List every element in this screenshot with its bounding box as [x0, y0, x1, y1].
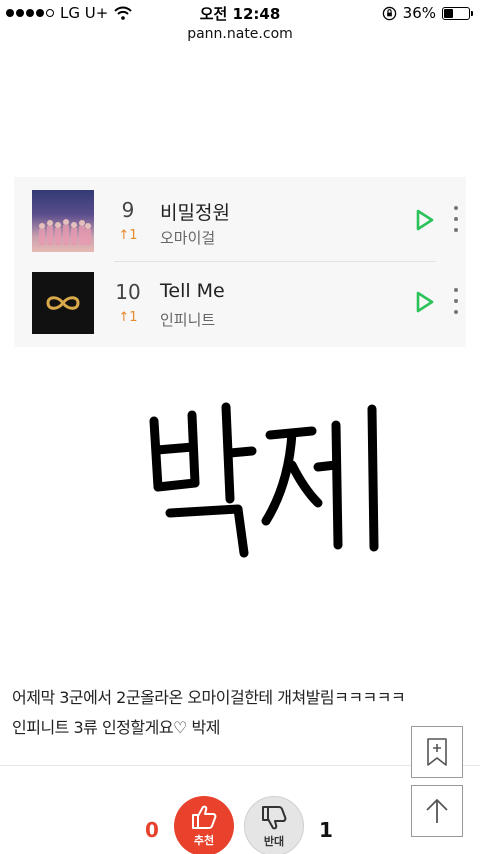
row-divider	[114, 261, 436, 262]
handwritten-text-image	[149, 402, 379, 558]
recommend-label: 추천	[193, 834, 215, 847]
arrow-up-icon	[426, 799, 448, 823]
oppose-button[interactable]: 반대	[244, 796, 304, 854]
caption-line: 인피니트 3류 인정할게요♡ 박제	[12, 718, 220, 737]
recommend-button[interactable]: 추천	[174, 796, 234, 854]
chart-rank: 10	[115, 280, 141, 304]
album-cover-image	[32, 190, 94, 252]
music-chart-image: 9 ↑1 비밀정원 오마이걸 10 ↑1 Tell Me 인피니트	[14, 177, 466, 347]
scroll-to-top-button[interactable]	[411, 785, 463, 837]
bookmark-add-icon	[427, 738, 447, 766]
rank-change: ↑1	[118, 228, 138, 243]
status-right: 36%	[382, 4, 473, 22]
oppose-label: 반대	[263, 835, 285, 848]
caption-line: 어제막 3군에서 2군올라온 오마이걸한테 개쳐발림ㅋㅋㅋㅋㅋ	[12, 688, 406, 707]
song-title: 비밀정원	[160, 202, 230, 224]
status-bar: LG U+ 오전 12:48 36%	[0, 0, 480, 26]
section-divider	[0, 765, 480, 766]
song-artist: 오마이걸	[160, 229, 216, 247]
bookmark-button[interactable]	[411, 726, 463, 778]
chart-row: 10 ↑1 Tell Me 인피니트	[32, 272, 462, 336]
oppose-count: 1	[319, 818, 333, 842]
play-icon	[416, 291, 434, 313]
url-bar[interactable]: pann.nate.com	[0, 26, 480, 50]
thumbs-down-icon	[262, 806, 287, 830]
album-cover-image	[32, 272, 94, 334]
play-icon	[416, 209, 434, 231]
chart-rank: 9	[121, 198, 135, 222]
more-vertical-icon	[452, 288, 460, 314]
song-artist: 인피니트	[160, 311, 216, 329]
song-title: Tell Me	[160, 280, 225, 302]
battery-percent: 36%	[402, 4, 436, 22]
thumbs-up-icon	[192, 805, 217, 829]
rank-change: ↑1	[118, 310, 138, 325]
battery-icon	[442, 6, 473, 20]
post-caption: 어제막 3군에서 2군올라온 오마이걸한테 개쳐발림ㅋㅋㅋㅋㅋ 인피니트 3류 …	[12, 683, 472, 743]
more-vertical-icon	[452, 206, 460, 232]
chart-row: 9 ↑1 비밀정원 오마이걸	[32, 190, 462, 254]
recommend-count: 0	[145, 818, 159, 842]
rotation-lock-icon	[382, 6, 396, 20]
